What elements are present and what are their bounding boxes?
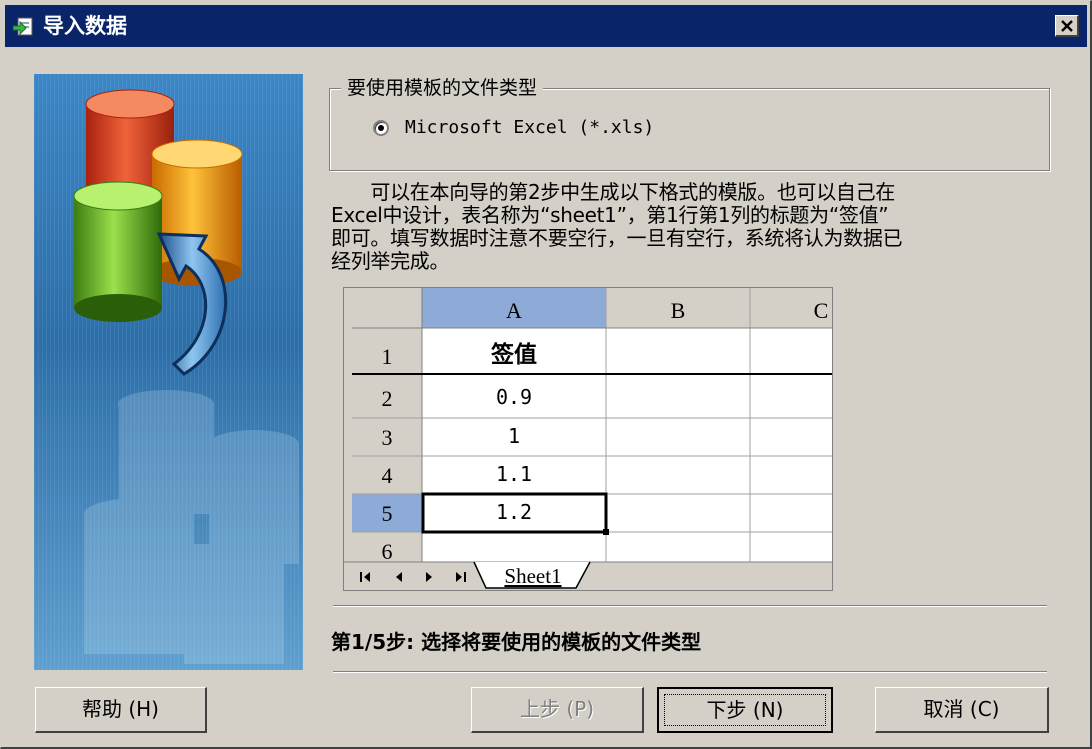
description-line: Excel中设计，表名称为“sheet1”，第1行第1列的标题为“签值” <box>331 203 889 227</box>
radio-selected-icon[interactable] <box>373 120 389 136</box>
column-header[interactable]: A <box>506 298 522 323</box>
excel-option-label[interactable]: Microsoft Excel (*.xls) <box>405 116 654 140</box>
help-button-label: 帮助 (H) <box>81 697 159 721</box>
import-data-dialog: 导入数据 要使用模板的文件类型 Microsoft Excel (*.xls) … <box>0 0 1092 749</box>
description-line: 即可。填写数据时注意不要空行，一旦有空行，系统将认为数据已 <box>331 226 903 250</box>
database-cylinders-icon <box>34 74 303 670</box>
cell-a3[interactable]: 1 <box>508 424 520 448</box>
cancel-button-label: 取消 (C) <box>923 697 1000 721</box>
prev-button-label: 上步 (P) <box>519 697 595 721</box>
row-header[interactable]: 6 <box>382 539 393 564</box>
row-header[interactable]: 5 <box>382 501 393 526</box>
next-button-label: 下步 (N) <box>706 698 784 722</box>
file-type-group-legend: 要使用模板的文件类型 <box>341 75 544 101</box>
cell-a1[interactable]: 签值 <box>490 341 537 368</box>
title-bar[interactable]: 导入数据 <box>5 5 1087 47</box>
column-header[interactable]: C <box>814 298 829 323</box>
description-text: 可以在本向导的第2步中生成以下格式的模版。也可以自己在 Excel中设计，表名称… <box>331 181 1046 273</box>
window-title: 导入数据 <box>43 14 127 38</box>
cancel-button[interactable]: 取消 (C) <box>875 687 1049 733</box>
close-button[interactable] <box>1055 15 1079 37</box>
step-indicator: 第1/5步: 选择将要使用的模板的文件类型 <box>331 630 702 654</box>
cell-a4[interactable]: 1.1 <box>496 462 532 486</box>
sheet-tab-label[interactable]: Sheet1 <box>504 564 561 588</box>
row-header[interactable]: 3 <box>382 425 393 450</box>
column-header[interactable]: B <box>671 298 686 323</box>
separator-bottom <box>333 671 1047 673</box>
description-line: 可以在本向导的第2步中生成以下格式的模版。也可以自己在 <box>331 180 896 204</box>
close-icon <box>1061 20 1073 32</box>
cell-a5[interactable]: 1.2 <box>496 500 532 524</box>
separator-top <box>333 605 1047 607</box>
import-data-icon <box>13 17 33 36</box>
help-button[interactable]: 帮助 (H) <box>35 687 207 733</box>
row-header[interactable]: 2 <box>382 386 393 411</box>
row-header[interactable]: 4 <box>382 463 393 488</box>
row-header[interactable]: 1 <box>382 344 393 369</box>
cell-a2[interactable]: 0.9 <box>496 385 532 409</box>
wizard-banner <box>34 74 303 670</box>
prev-button[interactable]: 上步 (P) <box>471 687 644 733</box>
description-line: 经列举完成。 <box>331 249 450 273</box>
next-button[interactable]: 下步 (N) <box>657 687 833 733</box>
spreadsheet-preview: A B C 1 2 3 4 5 6 签值 0.9 1 1.1 1.2 Sheet… <box>343 287 833 591</box>
